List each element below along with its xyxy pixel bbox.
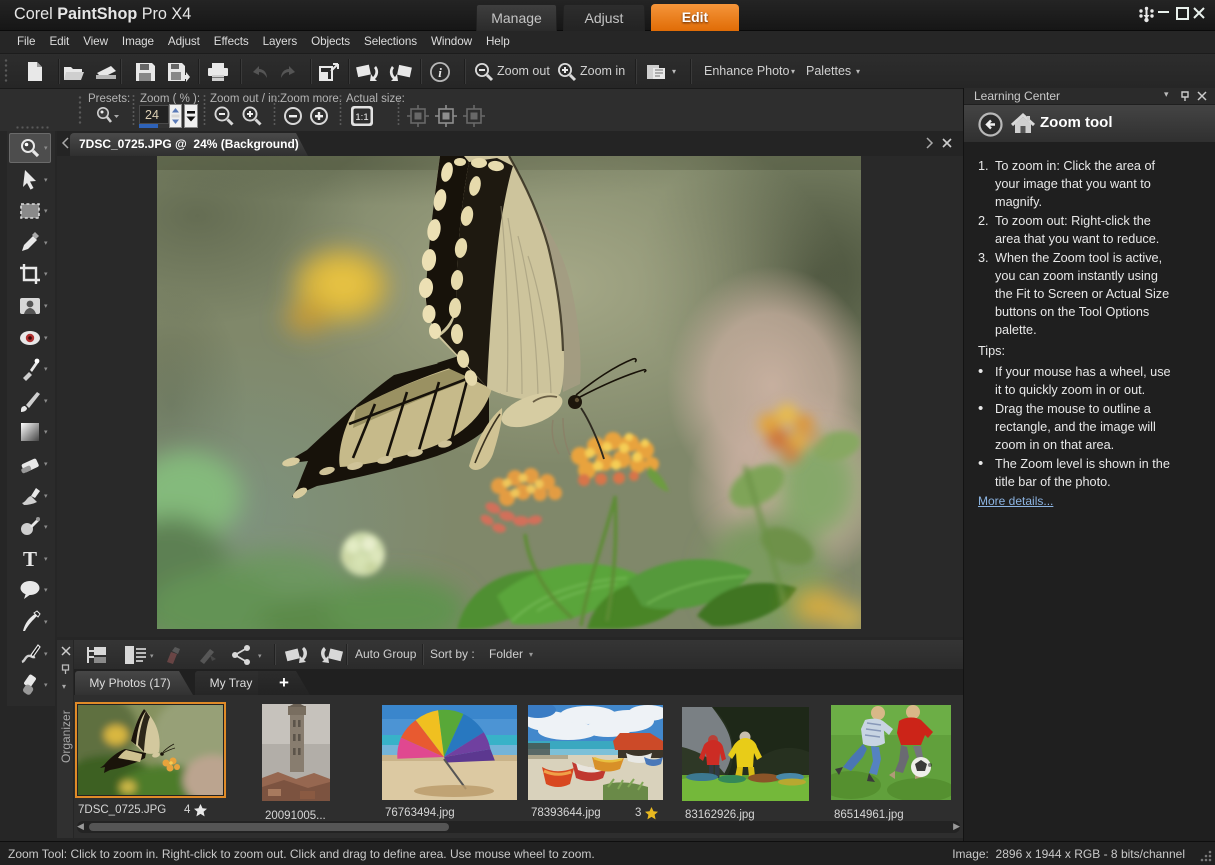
svg-text:1:1: 1:1 — [355, 112, 368, 123]
svg-text:T: T — [23, 547, 37, 571]
svg-text:i: i — [438, 65, 442, 80]
